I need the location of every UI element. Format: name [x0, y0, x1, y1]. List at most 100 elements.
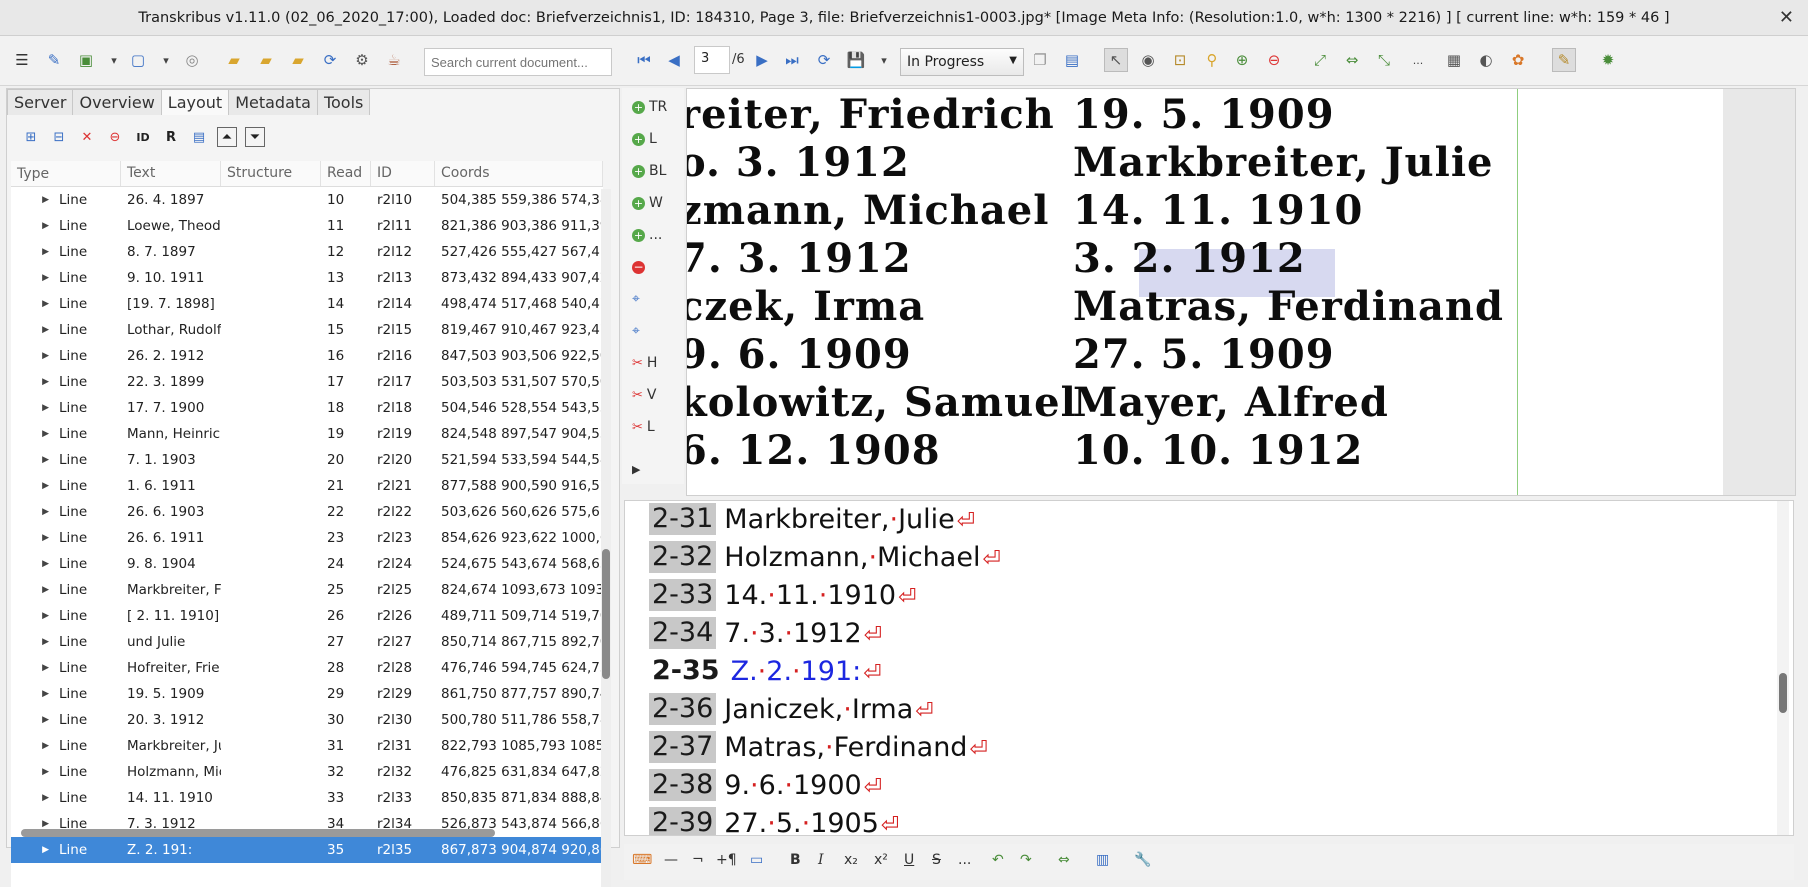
folder-icon[interactable]: ▰ — [222, 48, 246, 72]
open-local-doc-icon[interactable]: ▣ — [74, 48, 98, 72]
expand-arrow-icon[interactable]: ▶ — [17, 715, 59, 725]
transcription-line[interactable]: 2-38 9.·6.·1900⏎ — [649, 767, 882, 803]
expand-arrow-icon[interactable]: ▶ — [17, 845, 59, 855]
add-textregion-button[interactable]: + TR — [632, 96, 667, 118]
page-number-input[interactable]: 3 — [694, 46, 730, 74]
more-formatting-button[interactable]: ... — [958, 852, 971, 868]
move-up-icon[interactable]: ⏶ — [217, 127, 237, 147]
transcription-line[interactable]: 2-31 Markbreiter,·Julie⏎ — [649, 501, 975, 537]
strikethrough-button[interactable]: S — [932, 852, 941, 868]
line-text[interactable]: 7.·3.·1912⏎ — [724, 618, 882, 649]
split-horizontal-button[interactable]: ✂ H — [632, 352, 657, 374]
transcription-line[interactable]: 2-34 7.·3.·1912⏎ — [649, 615, 882, 651]
fit-width-icon[interactable]: ⇔ — [1340, 48, 1364, 72]
edit-mode-icon[interactable]: ✎ — [1552, 48, 1576, 72]
image-canvas[interactable]: reiter, Friedrich 19. 5. 1909 o. 3. 1912 Ma… — [686, 88, 1796, 496]
tab-layout[interactable]: Layout — [160, 89, 230, 115]
superscript-button[interactable]: x² — [874, 852, 888, 868]
expand-arrow-icon[interactable]: ▶ — [17, 689, 59, 699]
save-icon[interactable]: 💾 — [844, 48, 868, 72]
expand-arrow-icon[interactable]: ▶ — [17, 585, 59, 595]
next-page-icon[interactable]: ▶ — [750, 48, 774, 72]
table-row[interactable]: ▶ Line 22. 3. 1899 17 r2l17 503,503 531,507 5… — [11, 369, 603, 395]
expand-arrow-icon[interactable]: ▶ — [17, 377, 59, 387]
bug-icon[interactable]: ✹ — [1596, 48, 1620, 72]
move-down-icon[interactable]: ⏷ — [245, 127, 265, 147]
expand-arrow-icon[interactable]: ▶ — [17, 403, 59, 413]
expand-all-icon[interactable]: ⊞ — [21, 127, 41, 147]
table-row[interactable]: ▶ Line und Julie 27 r2l27 850,714 867,715 892… — [11, 629, 603, 655]
transcription-line[interactable]: 2-33 14.·11.·1910⏎ — [649, 577, 917, 613]
expand-arrow-icon[interactable]: ▶ — [17, 221, 59, 231]
transcription-line[interactable]: 2-36 Janiczek,·Irma⏎ — [649, 691, 934, 727]
show-not-sign-button[interactable]: ¬ — [692, 852, 704, 868]
table-row[interactable]: ▶ Line 7. 1. 1903 20 r2l20 521,594 533,594 54… — [11, 447, 603, 473]
expand-arrow-icon[interactable]: ▶ — [17, 507, 59, 517]
italic-button[interactable]: I — [818, 852, 824, 868]
reload-page-icon[interactable]: ⟳ — [812, 48, 836, 72]
table-row[interactable]: ▶ Line 26. 2. 1912 16 r2l16 847,503 903,506 9… — [11, 343, 603, 369]
transcription-line[interactable]: 2-32 Holzmann,·Michael⏎ — [649, 539, 1001, 575]
undo-icon[interactable]: ↶ — [992, 852, 1004, 868]
page-icon[interactable]: ▤ — [1060, 48, 1084, 72]
folder-add-icon[interactable]: ▰ — [254, 48, 278, 72]
zoom-out-icon[interactable]: ⊖ — [1262, 48, 1286, 72]
refresh-icon[interactable]: ⟳ — [318, 48, 342, 72]
settings-wrench-icon[interactable]: 🔧 — [1134, 852, 1151, 868]
fit-page-icon[interactable]: ⤢ — [1308, 48, 1332, 72]
table-row[interactable]: ▶ Line Holzmann, Mic 32 r2l32 476,825 631,834… — [11, 759, 603, 785]
column-header-structure[interactable]: Structure — [221, 161, 321, 186]
expand-arrow-icon[interactable]: ▶ — [17, 663, 59, 673]
table-row[interactable]: ▶ Line Lothar, Rudolf 15 r2l15 819,467 910,46… — [11, 317, 603, 343]
expand-arrow-icon[interactable]: ▶ — [17, 351, 59, 361]
add-more-button[interactable]: +... — [632, 224, 662, 246]
last-page-icon[interactable]: ⏭ — [780, 48, 804, 72]
tools-icon[interactable]: ⚙ — [350, 48, 374, 72]
table-row[interactable]: ▶ Line [19. 7. 1898] 14 r2l14 498,474 517,468… — [11, 291, 603, 317]
expand-arrow-icon[interactable]: ▶ — [17, 455, 59, 465]
table-row[interactable]: ▶ Line 1. 6. 1911 21 r2l21 877,588 900,590 91… — [11, 473, 603, 499]
copy-icon[interactable]: ❐ — [1028, 48, 1052, 72]
transcription-editor[interactable]: 2-31 Markbreiter,·Julie⏎ 2-32 Holzmann,·Mic… — [624, 500, 1794, 836]
table-row[interactable]: ▶ Line 26. 6. 1911 23 r2l23 854,626 923,622 1… — [11, 525, 603, 551]
table-row[interactable]: ▶ Line 20. 3. 1912 30 r2l30 500,780 511,786 5… — [11, 707, 603, 733]
virtual-keyboard-icon[interactable]: ⌨ — [632, 852, 652, 868]
expand-arrow-icon[interactable]: ▶ — [17, 247, 59, 257]
status-select[interactable]: In Progress ▼ — [900, 48, 1024, 76]
assign-id-icon[interactable]: ID — [133, 127, 153, 147]
tab-tools[interactable]: Tools — [316, 89, 371, 115]
login-icon[interactable]: ✎ — [42, 48, 66, 72]
zoom-selection-icon[interactable]: ⊡ — [1168, 48, 1192, 72]
chevron-right-icon[interactable]: ▶ — [632, 458, 640, 480]
add-point-icon[interactable]: ⌖ — [632, 288, 640, 310]
chevron-down-icon[interactable]: ▾ — [872, 48, 896, 72]
zoom-in-icon[interactable]: ⊕ — [1230, 48, 1254, 72]
expand-arrow-icon[interactable]: ▶ — [17, 767, 59, 777]
line-text[interactable]: Matras,·Ferdinand⏎ — [724, 732, 988, 763]
remove-point-icon[interactable]: ⌖ — [632, 320, 640, 342]
table-row[interactable]: ▶ Line [ 2. 11. 1910] 26 r2l26 489,711 509,71… — [11, 603, 603, 629]
table-row[interactable]: ▶ Line 9. 10. 1911 13 r2l13 873,432 894,433 9… — [11, 265, 603, 291]
delete-icon[interactable]: ✕ — [77, 127, 97, 147]
table-row[interactable]: ▶ Line 19. 5. 1909 29 r2l29 861,750 877,757 8… — [11, 681, 603, 707]
column-header-id[interactable]: ID — [371, 161, 435, 186]
table-row[interactable]: ▶ Line Z. 2. 191: 35 r2l35 867,873 904,874 92… — [11, 837, 603, 863]
chevron-down-icon[interactable]: ▾ — [102, 48, 126, 72]
bold-button[interactable]: B — [790, 852, 801, 868]
expand-arrow-icon[interactable]: ▶ — [17, 741, 59, 751]
redo-icon[interactable]: ↷ — [1020, 852, 1032, 868]
table-row[interactable]: ▶ Line 14. 11. 1910 33 r2l33 850,835 871,834 … — [11, 785, 603, 811]
import-icon[interactable]: ▢ — [126, 48, 150, 72]
expand-arrow-icon[interactable]: ▶ — [17, 429, 59, 439]
table-row[interactable]: ▶ Line 26. 6. 1903 22 r2l22 503,626 560,626 5… — [11, 499, 603, 525]
line-text[interactable]: Z.·2.·191:⏎ — [731, 656, 882, 687]
line-text[interactable]: Janiczek,·Irma⏎ — [724, 694, 933, 725]
collapse-all-icon[interactable]: ⊟ — [49, 127, 69, 147]
reading-order-icon[interactable]: R — [161, 127, 181, 147]
java-icon[interactable]: ☕ — [382, 48, 406, 72]
expand-arrow-icon[interactable]: ▶ — [17, 299, 59, 309]
first-page-icon[interactable]: ⏮ — [632, 48, 656, 72]
add-baseline-button[interactable]: + BL — [632, 160, 666, 182]
prev-page-icon[interactable]: ◀ — [662, 48, 686, 72]
expand-arrow-icon[interactable]: ▶ — [17, 793, 59, 803]
